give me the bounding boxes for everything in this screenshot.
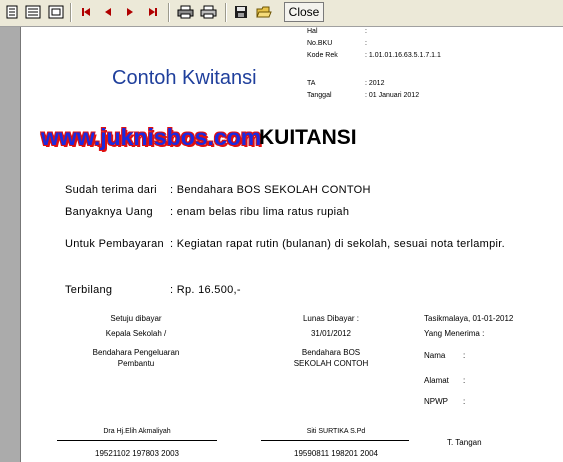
- banyaknya-uang-label: Banyaknya Uang: [65, 206, 153, 218]
- banyaknya-uang-value: : enam belas ribu lima ratus rupiah: [170, 206, 350, 218]
- col2-bendahara-bos: Bendahara BOS: [301, 348, 361, 357]
- col1-bendahara-pengeluaran: Bendahara Pengeluaran: [92, 348, 180, 357]
- ta-value: : 2012: [365, 80, 385, 87]
- col1-pembantu: Pembantu: [117, 359, 155, 368]
- last-page-icon[interactable]: [143, 3, 163, 21]
- site-banner: www.juknisbos.com: [41, 124, 262, 150]
- untuk-pembayaran-label: Untuk Pembayaran: [65, 238, 164, 250]
- ta-label: TA: [307, 80, 316, 87]
- col3-place-date: Tasikmalaya, 01-01-2012: [424, 314, 514, 323]
- toolbar-separator: [225, 3, 227, 22]
- col1-signature-line: [57, 440, 217, 441]
- col3-npwp-label: NPWP: [424, 397, 448, 406]
- col2-signature-line: [261, 440, 409, 441]
- toolbar-separator: [70, 3, 72, 22]
- next-page-icon[interactable]: [120, 3, 140, 21]
- col3-tanda-tangan: T. Tangan: [447, 438, 482, 447]
- save-icon[interactable]: [231, 3, 251, 21]
- col3-alamat-separator: :: [463, 376, 466, 385]
- report-preview-area[interactable]: Hal : No.BKU : Kode Rek : 1.01.01.16.63.…: [0, 27, 563, 462]
- col2-signer-name: Siti SURTIKA S.Pd: [306, 428, 366, 435]
- koderek-label: Kode Rek: [307, 52, 338, 59]
- col3-alamat-label: Alamat: [424, 376, 449, 385]
- tanggal-label: Tanggal: [307, 92, 332, 99]
- koderek-value: : 1.01.01.16.63.5.1.7.1.1: [365, 52, 441, 59]
- terbilang-label: Terbilang: [65, 284, 113, 296]
- sudah-terima-value: : Bendahara BOS SEKOLAH CONTOH: [170, 184, 371, 196]
- report-toolbar: Close: [0, 0, 563, 27]
- col3-nama-label: Nama: [424, 351, 446, 360]
- open-icon[interactable]: [254, 3, 274, 21]
- col1-signer-nip: 19521102 197803 2003: [95, 449, 179, 458]
- receipt-page: Hal : No.BKU : Kode Rek : 1.01.01.16.63.…: [20, 27, 563, 462]
- tanggal-value: : 01 Januari 2012: [365, 92, 420, 99]
- print-icon[interactable]: [199, 3, 219, 21]
- page-width-icon[interactable]: [46, 3, 66, 21]
- col2-sekolah-contoh: SEKOLAH CONTOH: [293, 359, 369, 368]
- toolbar-separator: [168, 3, 170, 22]
- multi-page-icon[interactable]: [23, 3, 43, 21]
- col2-lunas-dibayar: Lunas Dibayar :: [302, 314, 360, 323]
- col2-signer-nip: 19590811 198201 2004: [294, 449, 378, 458]
- first-page-icon[interactable]: [76, 3, 96, 21]
- single-page-icon[interactable]: [2, 3, 22, 21]
- col3-yang-menerima: Yang Menerima :: [424, 329, 485, 338]
- col1-kepala-sekolah: Kepala Sekolah /: [105, 329, 167, 338]
- col2-date: 31/01/2012: [310, 329, 352, 338]
- sudah-terima-label: Sudah terima dari: [65, 184, 157, 196]
- untuk-pembayaran-value: : Kegiatan rapat rutin (bulanan) di seko…: [170, 238, 506, 250]
- col3-npwp-separator: :: [463, 397, 466, 406]
- watermark-title: Contoh Kwitansi: [112, 67, 257, 89]
- close-button[interactable]: Close: [284, 2, 324, 22]
- previous-page-icon[interactable]: [98, 3, 118, 21]
- col1-setuju-dibayar: Setuju dibayar: [110, 314, 162, 323]
- document-title: KUITANSI: [259, 126, 357, 149]
- nobku-label: No.BKU: [307, 40, 333, 47]
- col3-nama-separator: :: [463, 351, 466, 360]
- hal-separator: :: [365, 28, 367, 35]
- nobku-separator: :: [365, 40, 367, 47]
- hal-label: Hal: [307, 28, 318, 35]
- col1-signer-name: Dra Hj.Elih Akmaliyah: [103, 428, 171, 435]
- terbilang-value: : Rp. 16.500,-: [170, 284, 241, 296]
- print-setup-icon[interactable]: [176, 3, 196, 21]
